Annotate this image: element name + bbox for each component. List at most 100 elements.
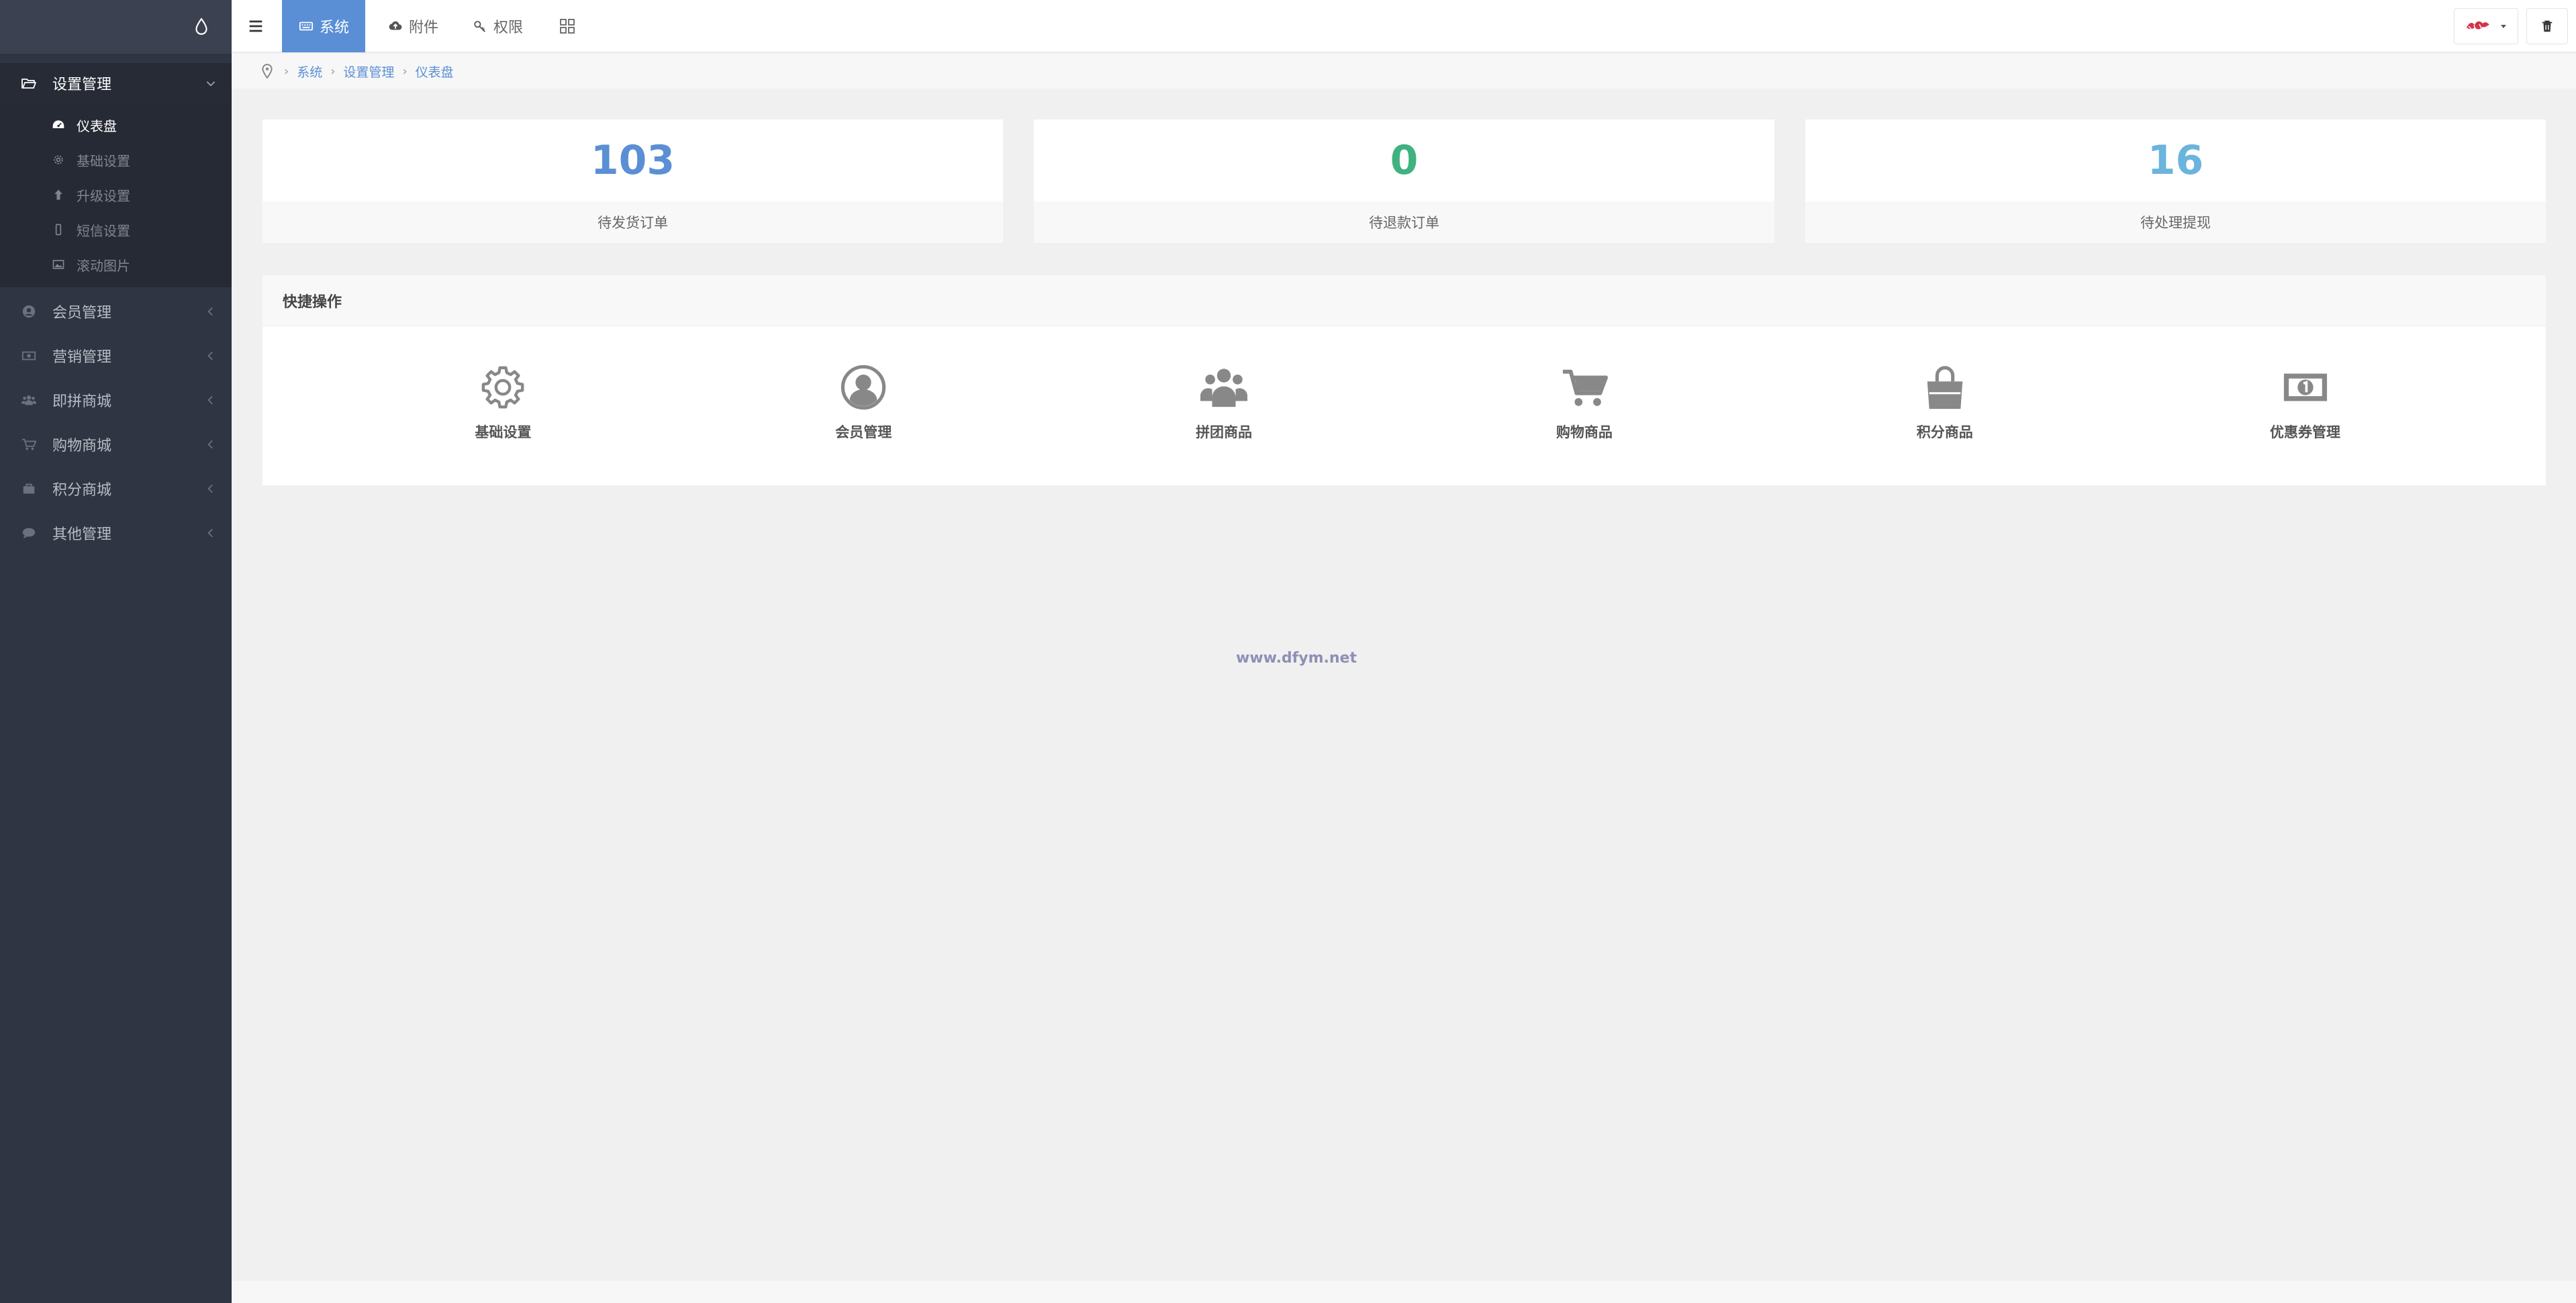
chevron-left-icon	[207, 484, 213, 493]
sidebar-submenu: 仪表盘 基础设置 升级设置 短信设置 滚动图片	[0, 103, 232, 287]
quick-action-label: 积分商品	[1916, 424, 1973, 440]
sidebar-item-label: 滚动图片	[77, 257, 130, 274]
group-icon	[20, 391, 38, 409]
stat-card-pending-refund[interactable]: 0 待退款订单	[1034, 119, 1774, 243]
sidebar-group-label: 购物商城	[52, 438, 112, 454]
grid-icon[interactable]	[559, 18, 575, 34]
quick-action-label: 购物商品	[1556, 424, 1613, 440]
clear-cache-button[interactable]	[2526, 8, 2568, 44]
tab-label: 系统	[320, 19, 350, 36]
user-circle-icon	[841, 365, 886, 410]
money-icon	[2283, 373, 2327, 401]
sidebar-item-label: 升级设置	[77, 187, 130, 204]
sidebar-item-label: 短信设置	[77, 222, 130, 239]
watermark-text: www.dfym.net	[1236, 650, 1357, 667]
arrow-up-icon	[51, 187, 66, 202]
cart-icon	[20, 436, 38, 453]
chevron-left-icon	[207, 307, 213, 316]
shopping-bag-icon	[1927, 366, 1962, 409]
caret-down-icon	[2501, 25, 2506, 28]
chevron-left-icon	[207, 395, 213, 405]
trash-icon	[2542, 20, 2553, 32]
stat-label: 待退款订单	[1034, 201, 1774, 243]
quick-action-points-products[interactable]: 积分商品	[1844, 364, 2046, 442]
breadcrumb-separator-icon: ›	[402, 64, 408, 79]
sidebar-item-upgrade-settings[interactable]: 升级设置	[0, 177, 232, 212]
quick-action-label: 基础设置	[475, 424, 532, 440]
droplet-icon[interactable]	[194, 17, 209, 36]
briefcase-icon	[20, 480, 38, 497]
sidebar-group-points-mall[interactable]: 积分商城	[0, 469, 232, 509]
chevron-left-icon	[207, 351, 213, 360]
cloud-upload-icon	[387, 18, 403, 34]
footer	[232, 1281, 2576, 1303]
chevron-left-icon	[207, 440, 213, 449]
breadcrumb-separator-icon: ›	[284, 64, 289, 79]
stat-card-pending-withdrawal[interactable]: 16 待处理提现	[1805, 119, 2546, 243]
sidebar-group-group-buy[interactable]: 即拼商城	[0, 380, 232, 420]
dashboard-icon	[51, 117, 66, 132]
stat-label: 待处理提现	[1805, 201, 2546, 243]
breadcrumb: › 系统 › 设置管理 › 仪表盘	[232, 54, 2576, 89]
tab-label: 附件	[409, 19, 439, 36]
gear-icon	[51, 152, 66, 167]
sidebar-item-label: 基础设置	[77, 152, 130, 169]
sidebar-item-sms-settings[interactable]: 短信设置	[0, 212, 232, 247]
chevron-left-icon	[207, 528, 213, 538]
quick-action-label: 拼团商品	[1196, 424, 1253, 440]
user-menu-button[interactable]	[2454, 8, 2518, 44]
quick-action-label: 优惠券管理	[2270, 424, 2341, 440]
sidebar-group-other[interactable]: 其他管理	[0, 513, 232, 553]
map-marker-icon	[262, 64, 273, 79]
tab-attachments[interactable]: 附件	[387, 0, 438, 52]
hamburger-menu-icon[interactable]	[246, 17, 265, 36]
sidebar-group-marketing[interactable]: 营销管理	[0, 336, 232, 376]
sidebar-item-dashboard[interactable]: 仪表盘	[0, 107, 232, 142]
breadcrumb-separator-icon: ›	[330, 64, 336, 79]
tab-permissions[interactable]: 权限	[472, 0, 523, 52]
quick-action-group-products[interactable]: 拼团商品	[1123, 364, 1325, 442]
mobile-icon	[51, 222, 66, 237]
quick-action-basic-settings[interactable]: 基础设置	[402, 364, 604, 442]
stat-label: 待发货订单	[263, 201, 1003, 243]
sidebar-group-label: 即拼商城	[52, 393, 112, 410]
stat-value: 103	[590, 137, 675, 184]
quick-actions-panel: 快捷操作 基础设置 会员管理 拼团商品 购物商品 积分商品 优惠券管理	[263, 275, 2546, 485]
breadcrumb-link-system[interactable]: 系统	[297, 62, 322, 81]
cart-icon	[1562, 369, 1608, 406]
quick-action-coupon-management[interactable]: 优惠券管理	[2205, 364, 2406, 442]
top-navbar: 系统 附件 权限	[232, 0, 2576, 52]
sidebar: 设置管理 仪表盘 基础设置 升级设置 短信设置 滚动图片 会员管理 营销管理 即…	[0, 0, 232, 1303]
sidebar-group-label: 其他管理	[52, 526, 112, 543]
user-circle-icon	[20, 303, 38, 320]
key-icon	[472, 18, 488, 34]
tab-label: 权限	[493, 19, 524, 36]
stat-value: 16	[2147, 137, 2204, 184]
tab-system[interactable]: 系统	[282, 0, 366, 52]
keyboard-icon	[298, 18, 314, 34]
quick-actions-title: 快捷操作	[263, 275, 2546, 326]
stat-card-pending-shipment[interactable]: 103 待发货订单	[263, 119, 1003, 243]
chevron-down-icon	[206, 81, 216, 87]
breadcrumb-link-settings[interactable]: 设置管理	[343, 62, 394, 81]
quick-action-member-management[interactable]: 会员管理	[763, 364, 964, 442]
image-icon	[51, 257, 66, 272]
avatar	[2467, 21, 2489, 30]
sidebar-group-label: 营销管理	[52, 349, 112, 366]
group-icon	[1200, 369, 1248, 407]
breadcrumb-current[interactable]: 仪表盘	[416, 62, 454, 81]
quick-action-shop-products[interactable]: 购物商品	[1484, 364, 1685, 442]
sidebar-item-slider-images[interactable]: 滚动图片	[0, 247, 232, 282]
money-icon	[20, 347, 38, 365]
gear-icon	[482, 366, 524, 409]
folder-open-icon	[20, 75, 38, 92]
quick-action-label: 会员管理	[835, 424, 892, 440]
sidebar-group-settings[interactable]: 设置管理	[0, 63, 232, 103]
sidebar-item-basic-settings[interactable]: 基础设置	[0, 142, 232, 177]
sidebar-group-members[interactable]: 会员管理	[0, 291, 232, 332]
sidebar-group-label: 设置管理	[52, 77, 112, 93]
sidebar-group-shop[interactable]: 购物商城	[0, 424, 232, 465]
comment-icon	[20, 524, 38, 542]
sidebar-item-label: 仪表盘	[77, 117, 117, 134]
quick-actions-list: 基础设置 会员管理 拼团商品 购物商品 积分商品 优惠券管理	[263, 326, 2546, 442]
